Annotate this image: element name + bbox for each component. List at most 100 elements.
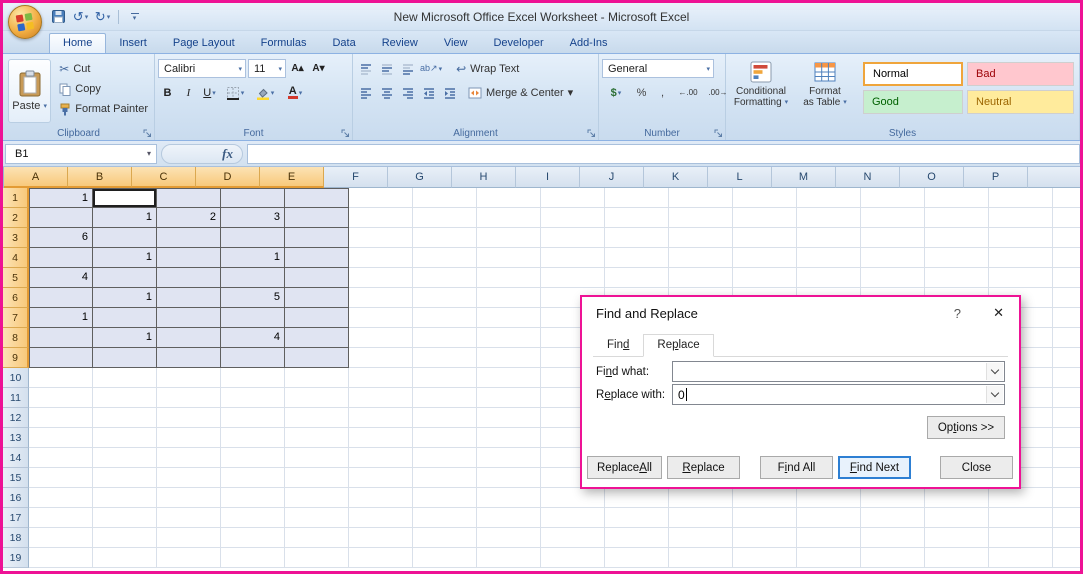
cell-H15[interactable]: [477, 468, 541, 488]
undo-dropdown-icon[interactable]: ▾: [85, 13, 89, 21]
cell-B1[interactable]: [93, 188, 157, 208]
column-header-c[interactable]: C: [132, 167, 196, 188]
cell-O3[interactable]: [925, 228, 989, 248]
decrease-indent-button[interactable]: [419, 83, 438, 102]
cell-F6[interactable]: [349, 288, 413, 308]
cell-F17[interactable]: [349, 508, 413, 528]
cell-A10[interactable]: [29, 368, 93, 388]
cell-A15[interactable]: [29, 468, 93, 488]
cell-A14[interactable]: [29, 448, 93, 468]
cell-D8[interactable]: 4: [221, 328, 285, 348]
cell-G1[interactable]: [413, 188, 477, 208]
cell-O4[interactable]: [925, 248, 989, 268]
save-button[interactable]: [49, 7, 68, 26]
cell-C12[interactable]: [157, 408, 221, 428]
cell-B7[interactable]: [93, 308, 157, 328]
cell-A1[interactable]: 1: [29, 188, 93, 208]
percent-style-button[interactable]: %: [632, 83, 651, 102]
name-box[interactable]: B1 ▾: [5, 143, 157, 164]
find-all-button[interactable]: Fi nd All: [760, 456, 833, 479]
cell-partial-5[interactable]: [1053, 268, 1080, 288]
cell-O17[interactable]: [925, 508, 989, 528]
cell-D2[interactable]: 3: [221, 208, 285, 228]
cell-N1[interactable]: [861, 188, 925, 208]
cell-I16[interactable]: [541, 488, 605, 508]
cell-D18[interactable]: [221, 528, 285, 548]
cell-D7[interactable]: [221, 308, 285, 328]
cell-O18[interactable]: [925, 528, 989, 548]
ribbon-tab-view[interactable]: View: [431, 34, 481, 53]
cell-M3[interactable]: [797, 228, 861, 248]
cell-E7[interactable]: [285, 308, 349, 328]
cell-I17[interactable]: [541, 508, 605, 528]
column-header-h[interactable]: H: [452, 167, 516, 188]
cell-A12[interactable]: [29, 408, 93, 428]
cell-K1[interactable]: [669, 188, 733, 208]
column-header-g[interactable]: G: [388, 167, 452, 188]
cell-A3[interactable]: 6: [29, 228, 93, 248]
cell-G19[interactable]: [413, 548, 477, 568]
row-header-11[interactable]: 11: [3, 388, 29, 408]
cell-D14[interactable]: [221, 448, 285, 468]
cell-G3[interactable]: [413, 228, 477, 248]
cell-D15[interactable]: [221, 468, 285, 488]
alignment-dialog-launcher[interactable]: [586, 128, 596, 138]
cell-G6[interactable]: [413, 288, 477, 308]
cell-C15[interactable]: [157, 468, 221, 488]
cell-P2[interactable]: [989, 208, 1053, 228]
cell-A6[interactable]: [29, 288, 93, 308]
row-header-3[interactable]: 3: [3, 228, 29, 248]
cell-E13[interactable]: [285, 428, 349, 448]
cell-I3[interactable]: [541, 228, 605, 248]
cell-H3[interactable]: [477, 228, 541, 248]
cell-style-neutral[interactable]: Neutral: [967, 90, 1074, 114]
cell-H10[interactable]: [477, 368, 541, 388]
cell-F1[interactable]: [349, 188, 413, 208]
cell-L5[interactable]: [733, 268, 797, 288]
cell-E1[interactable]: [285, 188, 349, 208]
grow-font-button[interactable]: A▴: [288, 59, 307, 78]
cell-partial-16[interactable]: [1053, 488, 1080, 508]
cell-F14[interactable]: [349, 448, 413, 468]
cell-B6[interactable]: 1: [93, 288, 157, 308]
cell-F4[interactable]: [349, 248, 413, 268]
cell-partial-7[interactable]: [1053, 308, 1080, 328]
cell-E18[interactable]: [285, 528, 349, 548]
cell-C17[interactable]: [157, 508, 221, 528]
cell-C11[interactable]: [157, 388, 221, 408]
cell-G5[interactable]: [413, 268, 477, 288]
cell-style-normal[interactable]: Normal: [863, 62, 963, 86]
column-header-l[interactable]: L: [708, 167, 772, 188]
cell-H9[interactable]: [477, 348, 541, 368]
cell-J5[interactable]: [605, 268, 669, 288]
cell-partial-1[interactable]: [1053, 188, 1080, 208]
cell-N18[interactable]: [861, 528, 925, 548]
cell-E2[interactable]: [285, 208, 349, 228]
redo-button[interactable]: ↻ ▾: [93, 7, 112, 26]
cell-P5[interactable]: [989, 268, 1053, 288]
cell-D16[interactable]: [221, 488, 285, 508]
cell-N3[interactable]: [861, 228, 925, 248]
cell-E8[interactable]: [285, 328, 349, 348]
font-color-button[interactable]: A ▾: [281, 83, 309, 102]
cell-C14[interactable]: [157, 448, 221, 468]
cell-L2[interactable]: [733, 208, 797, 228]
cell-M18[interactable]: [797, 528, 861, 548]
cell-F3[interactable]: [349, 228, 413, 248]
cell-B18[interactable]: [93, 528, 157, 548]
cell-F15[interactable]: [349, 468, 413, 488]
cell-F13[interactable]: [349, 428, 413, 448]
cell-partial-3[interactable]: [1053, 228, 1080, 248]
cell-D3[interactable]: [221, 228, 285, 248]
cell-B10[interactable]: [93, 368, 157, 388]
cell-I18[interactable]: [541, 528, 605, 548]
options-button[interactable]: Op t ions >>: [927, 416, 1005, 439]
cell-C13[interactable]: [157, 428, 221, 448]
cell-H7[interactable]: [477, 308, 541, 328]
align-left-button[interactable]: [356, 83, 375, 102]
accounting-format-button[interactable]: $ ▾: [602, 83, 630, 102]
cell-I2[interactable]: [541, 208, 605, 228]
cell-style-bad[interactable]: Bad: [967, 62, 1074, 86]
cell-H6[interactable]: [477, 288, 541, 308]
cell-O16[interactable]: [925, 488, 989, 508]
